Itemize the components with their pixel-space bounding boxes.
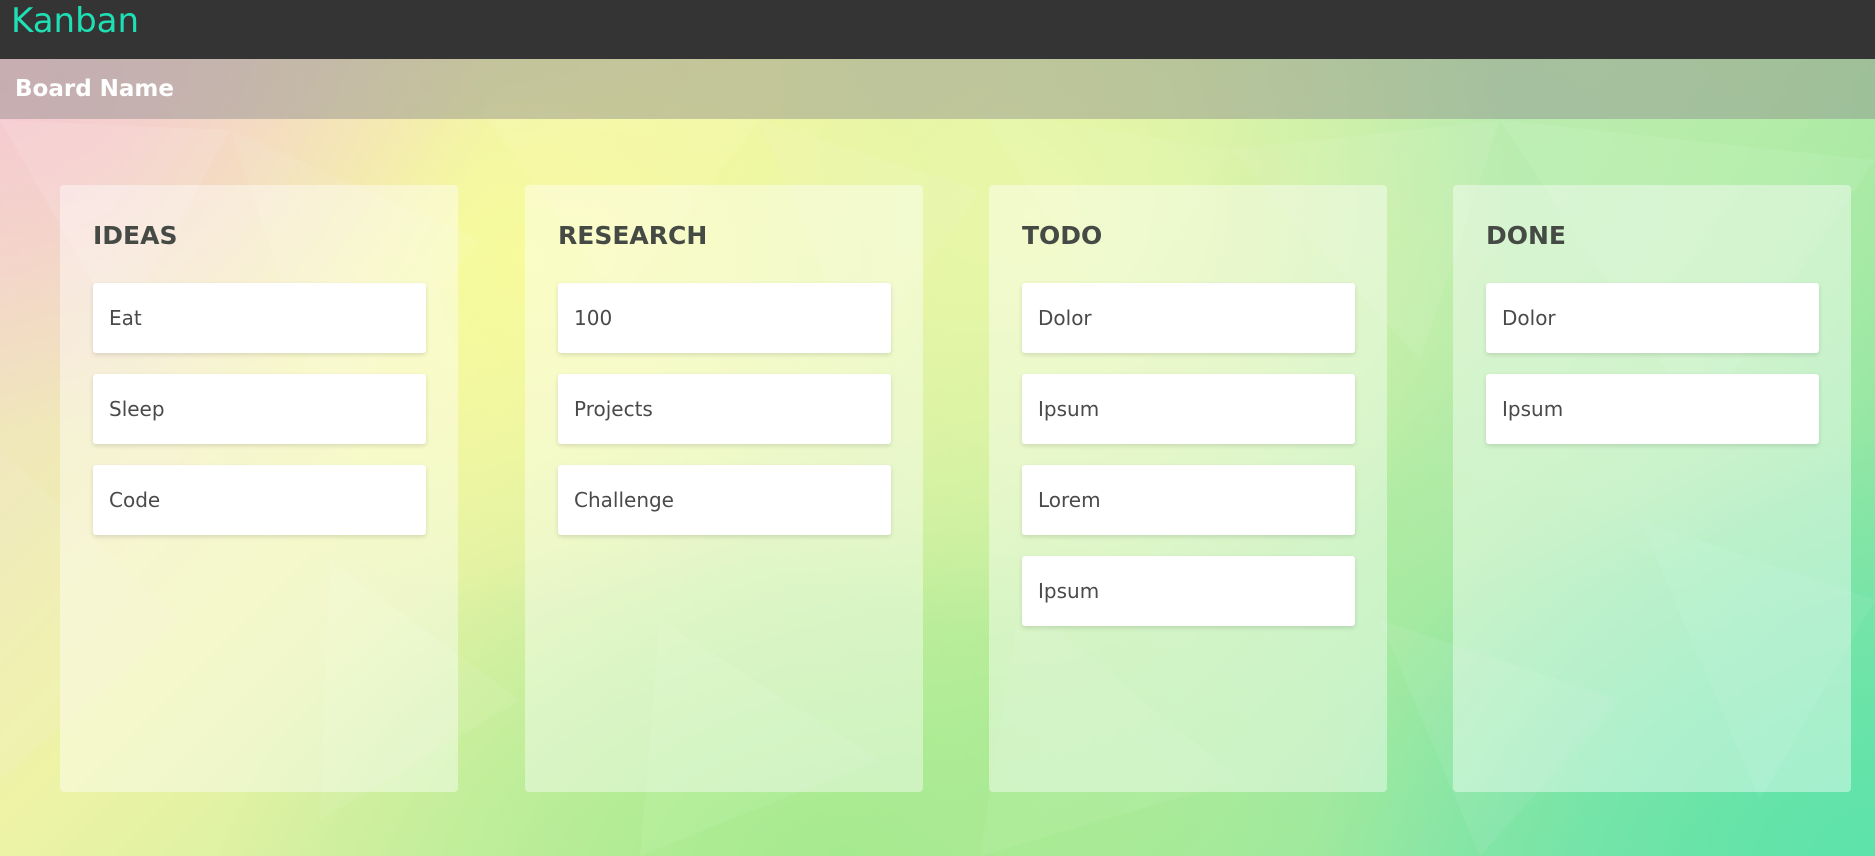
app-title[interactable]: Kanban (11, 1, 139, 41)
column-research: RESEARCH 100 Projects Challenge (525, 185, 923, 792)
card[interactable]: Ipsum (1022, 556, 1355, 626)
column-todo: TODO Dolor Ipsum Lorem Ipsum (989, 185, 1387, 792)
card[interactable]: Sleep (93, 374, 426, 444)
top-bar: Kanban (0, 0, 1875, 59)
card[interactable]: 100 (558, 283, 891, 353)
column-title: RESEARCH (558, 221, 708, 250)
card[interactable]: Eat (93, 283, 426, 353)
card[interactable]: Dolor (1486, 283, 1819, 353)
column-title: TODO (1022, 221, 1103, 250)
column-title: IDEAS (93, 221, 178, 250)
card[interactable]: Code (93, 465, 426, 535)
card[interactable]: Lorem (1022, 465, 1355, 535)
card[interactable]: Ipsum (1486, 374, 1819, 444)
column-title: DONE (1486, 221, 1567, 250)
column-ideas: IDEAS Eat Sleep Code (60, 185, 458, 792)
card[interactable]: Ipsum (1022, 374, 1355, 444)
board-name[interactable]: Board Name (15, 75, 174, 103)
card[interactable]: Challenge (558, 465, 891, 535)
card[interactable]: Dolor (1022, 283, 1355, 353)
board-header: Board Name (0, 59, 1875, 119)
card[interactable]: Projects (558, 374, 891, 444)
column-done: DONE Dolor Ipsum (1453, 185, 1851, 792)
